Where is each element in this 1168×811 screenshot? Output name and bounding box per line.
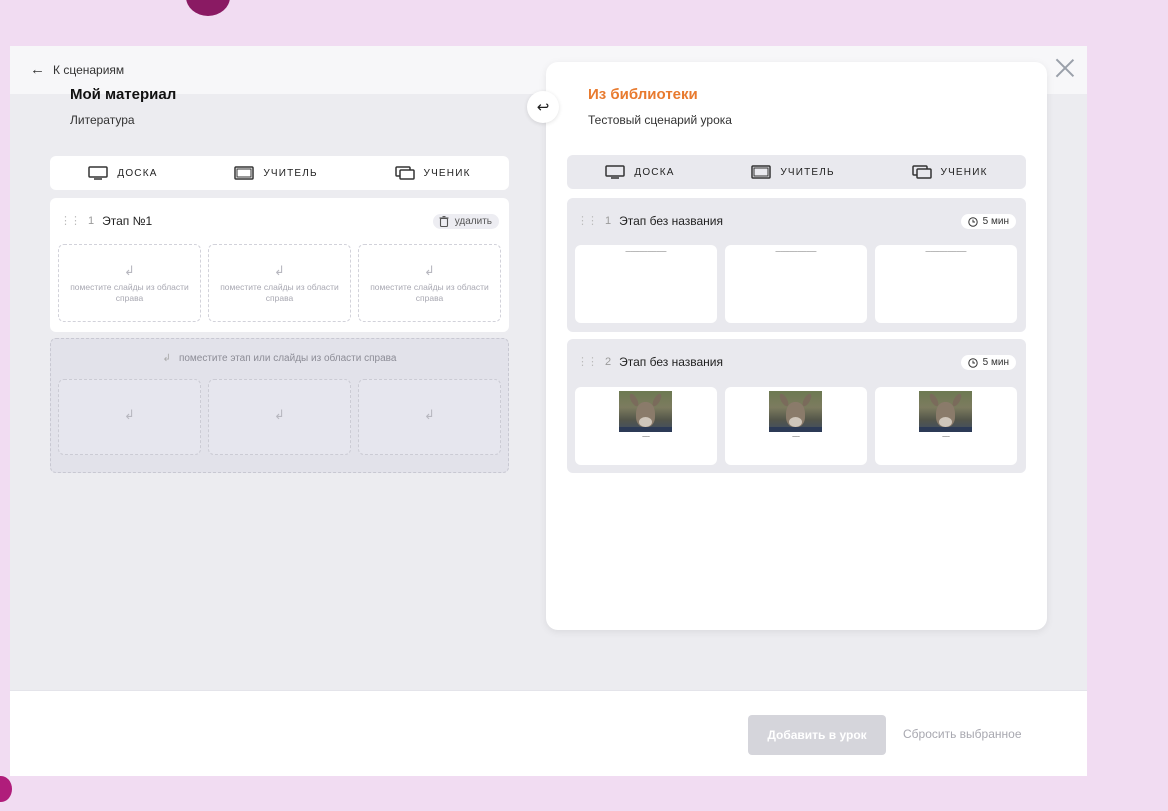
arrow-left-icon: ← <box>30 61 45 78</box>
stage-header: ⋮⋮ 2 Этап без названия <box>577 355 723 369</box>
slide-drop-slot[interactable]: ↲ <box>208 379 351 455</box>
drop-arrow-icon: ↲ <box>274 262 285 278</box>
drag-handle-icon[interactable]: ⋮⋮ <box>60 215 81 227</box>
student-screens-icon <box>911 165 932 179</box>
tab-teacher[interactable]: УЧИТЕЛЬ <box>751 165 835 179</box>
stage-header: ⋮⋮ 1 Этап без названия <box>577 214 723 228</box>
slide-drop-slot[interactable]: ↲ поместите слайды из области справа <box>58 244 201 322</box>
library-scenario-name: Тестовый сценарий урока <box>588 113 732 127</box>
slide-thumbnail[interactable]: ━━━━━━━━━━━━━━━━━ <box>875 245 1017 323</box>
tab-board[interactable]: ДОСКА <box>605 165 674 179</box>
move-back-button[interactable]: ↩ <box>527 91 559 123</box>
tab-board[interactable]: ДОСКА <box>88 166 157 180</box>
stage-header: ⋮⋮ 1 Этап №1 <box>60 214 152 228</box>
back-to-scenarios-link[interactable]: ← К сценариям <box>30 62 124 77</box>
stage-number: 1 <box>88 215 95 227</box>
drag-handle-icon[interactable]: ⋮⋮ <box>577 356 598 368</box>
donkey-photo <box>619 391 672 432</box>
close-icon[interactable] <box>1055 58 1075 78</box>
drop-arrow-icon: ↲ <box>162 353 171 364</box>
back-link-label: К сценариям <box>53 62 125 77</box>
stage-duration-badge: 5 мин <box>960 355 1016 370</box>
slide-text-placeholder: ━━━━━━━━━━━━━━━━━ <box>775 249 817 254</box>
board-icon <box>88 166 109 180</box>
slide-caption-placeholder: ━━━ <box>792 434 800 439</box>
stage-duration-badge: 5 мин <box>960 214 1016 229</box>
tab-teacher[interactable]: УЧИТЕЛЬ <box>234 166 318 180</box>
drop-arrow-icon: ↲ <box>274 407 285 423</box>
teacher-screen-icon <box>234 166 255 180</box>
slide-thumbnail[interactable]: ━━━ <box>725 387 867 465</box>
my-stage-card[interactable]: ⋮⋮ 1 Этап №1 удалить ↲ поместите слайды … <box>50 198 509 332</box>
stage-title: Этап без названия <box>619 355 724 369</box>
clock-icon <box>967 216 978 227</box>
right-view-tabs: ДОСКА УЧИТЕЛЬ УЧЕНИК <box>567 155 1026 189</box>
slide-thumbnails: ━━━━━━━━━━━━━━━━━ ━━━━━━━━━━━━━━━━━ ━━━━… <box>575 245 1017 323</box>
library-stage-card[interactable]: ⋮⋮ 2 Этап без названия 5 мин ━━━ ━━━ ━━━ <box>567 339 1026 473</box>
drop-zone-label: ↲ поместите этап или слайды из области сп… <box>162 353 397 364</box>
my-material-subject: Литература <box>70 113 135 127</box>
reset-selection-button[interactable]: Сбросить выбранное <box>903 727 1022 741</box>
slide-caption-placeholder: ━━━ <box>642 434 650 439</box>
stage-title: Этап без названия <box>619 214 724 228</box>
empty-slide-slots: ↲ ↲ ↲ <box>58 379 501 455</box>
slide-caption-placeholder: ━━━ <box>942 434 950 439</box>
donkey-photo <box>769 391 822 432</box>
slide-drop-slot[interactable]: ↲ <box>58 379 201 455</box>
stage-title: Этап №1 <box>102 214 153 228</box>
modal-footer: Добавить в урок Сбросить выбранное <box>10 690 1087 776</box>
stage-number: 2 <box>605 356 612 368</box>
trash-icon <box>439 216 449 227</box>
add-to-lesson-button[interactable]: Добавить в урок <box>748 715 886 755</box>
teacher-screen-icon <box>751 165 772 179</box>
slide-thumbnail[interactable]: ━━━ <box>575 387 717 465</box>
board-icon <box>605 165 626 179</box>
delete-stage-button[interactable]: удалить <box>432 214 499 229</box>
library-stage-card[interactable]: ⋮⋮ 1 Этап без названия 5 мин ━━━━━━━━━━━… <box>567 198 1026 332</box>
clock-icon <box>967 357 978 368</box>
slide-slots: ↲ поместите слайды из области справа ↲ п… <box>58 244 501 322</box>
my-material-title: Мой материал <box>70 86 177 103</box>
drop-arrow-icon: ↲ <box>124 262 135 278</box>
slide-drop-slot[interactable]: ↲ поместите слайды из области справа <box>208 244 351 322</box>
slide-thumbnail[interactable]: ━━━━━━━━━━━━━━━━━ <box>575 245 717 323</box>
tab-student[interactable]: УЧЕНИК <box>394 166 471 180</box>
library-title: Из библиотеки <box>588 86 698 103</box>
tab-student[interactable]: УЧЕНИК <box>911 165 988 179</box>
slide-drop-slot[interactable]: ↲ <box>358 379 501 455</box>
student-screens-icon <box>394 166 415 180</box>
return-arrow-icon: ↩ <box>536 99 550 116</box>
drag-handle-icon[interactable]: ⋮⋮ <box>577 215 598 227</box>
slide-thumbnail[interactable]: ━━━ <box>875 387 1017 465</box>
decorative-circle <box>0 776 12 802</box>
slide-thumbnails: ━━━ ━━━ ━━━ <box>575 387 1017 465</box>
stage-drop-zone[interactable]: ↲ поместите этап или слайды из области сп… <box>50 338 509 473</box>
left-view-tabs: ДОСКА УЧИТЕЛЬ УЧЕНИК <box>50 156 509 190</box>
drop-arrow-icon: ↲ <box>124 407 135 423</box>
decorative-circle <box>186 0 230 16</box>
drop-arrow-icon: ↲ <box>424 262 435 278</box>
stage-number: 1 <box>605 215 612 227</box>
drop-arrow-icon: ↲ <box>424 407 435 423</box>
donkey-photo <box>919 391 972 432</box>
slide-text-placeholder: ━━━━━━━━━━━━━━━━━ <box>625 249 667 254</box>
slide-drop-slot[interactable]: ↲ поместите слайды из области справа <box>358 244 501 322</box>
slide-text-placeholder: ━━━━━━━━━━━━━━━━━ <box>925 249 967 254</box>
slide-thumbnail[interactable]: ━━━━━━━━━━━━━━━━━ <box>725 245 867 323</box>
